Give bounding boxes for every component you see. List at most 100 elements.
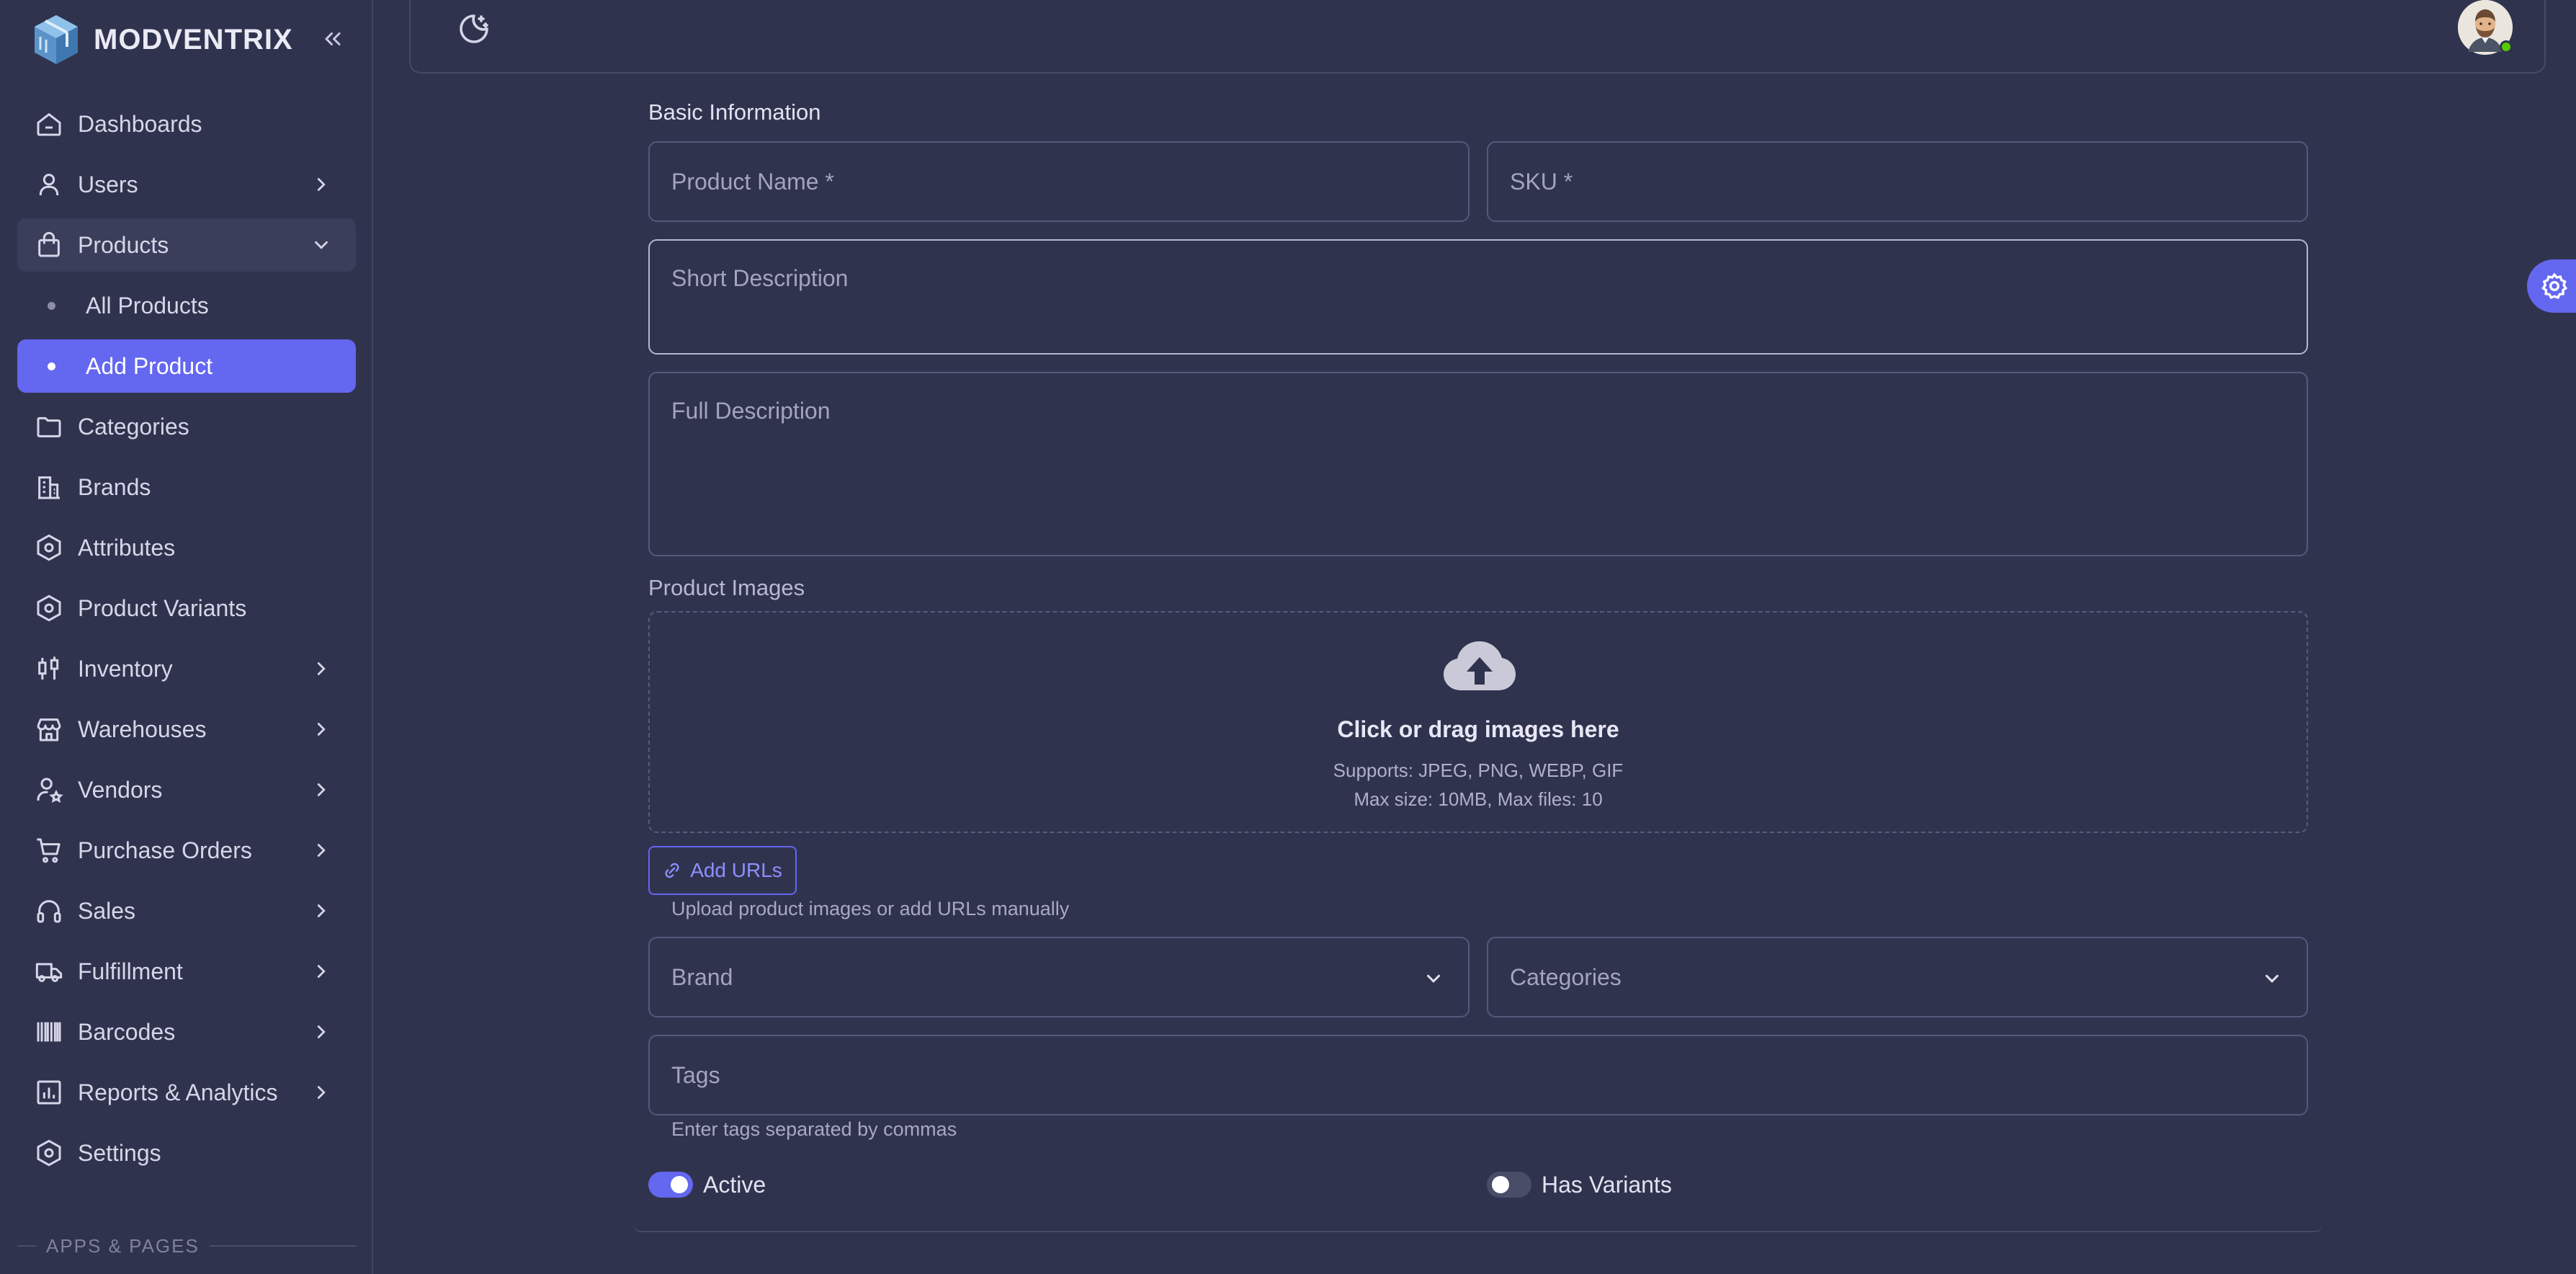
sidebar-item-label: Sales: [78, 897, 136, 924]
moon-stars-icon: [460, 14, 488, 43]
dropzone-formats: Supports: JPEG, PNG, WEBP, GIF: [1333, 760, 1624, 781]
chevron-right-icon: [305, 713, 337, 745]
folder-icon: [33, 411, 65, 442]
chevron-right-icon: [305, 653, 337, 685]
chevron-right-icon: [305, 169, 337, 200]
tags-placeholder: Tags: [671, 1062, 720, 1088]
sidebar-item-fulfillment[interactable]: Fulfillment: [17, 945, 356, 998]
chevron-right-icon: [305, 1077, 337, 1108]
sidebar-item-label: Vendors: [78, 776, 163, 803]
settings-icon: [33, 1137, 65, 1169]
sidebar-item-label: Inventory: [78, 655, 173, 682]
bullet-dot: [48, 362, 55, 370]
online-status-dot: [2500, 40, 2513, 53]
sidebar-item-label: Settings: [78, 1139, 161, 1166]
sidebar-item-users[interactable]: Users: [17, 158, 356, 211]
sidebar-item-inventory[interactable]: Inventory: [17, 642, 356, 695]
sidebar-item-label: Fulfillment: [78, 958, 183, 984]
gear-icon: [2541, 272, 2568, 300]
sku-placeholder: SKU *: [1510, 169, 1573, 195]
sidebar-item-label: Attributes: [78, 534, 176, 561]
sidebar-item-label: All Products: [86, 292, 209, 318]
sidebar-item-label: Products: [78, 231, 169, 258]
sidebar-item-categories[interactable]: Categories: [17, 400, 356, 453]
customizer-settings-button[interactable]: [2527, 259, 2576, 313]
sidebar-item-label: Warehouses: [78, 716, 207, 742]
hexagon-icon: [33, 592, 65, 624]
sidebar-item-brands[interactable]: Brands: [17, 460, 356, 514]
sidebar-item-label: Users: [78, 171, 138, 197]
product-name-field[interactable]: Product Name *: [648, 141, 1470, 222]
sidebar-item-label: Categories: [78, 413, 189, 440]
form-card-bottom-edge: [634, 1225, 2322, 1232]
link-icon: [665, 863, 679, 878]
sidebar-item-sales[interactable]: Sales: [17, 884, 356, 937]
short-description-field[interactable]: Short Description: [648, 239, 2308, 355]
has-variants-toggle[interactable]: [1487, 1172, 1531, 1198]
chevron-down-icon: [1419, 964, 1448, 993]
cloud-upload-icon: [1444, 641, 1516, 690]
bullet-dot: [48, 301, 55, 310]
sidebar-item-add-product[interactable]: Add Product: [17, 339, 356, 393]
sidebar-item-vendors[interactable]: Vendors: [17, 763, 356, 816]
brand-select[interactable]: Brand: [648, 937, 1470, 1017]
categories-placeholder: Categories: [1510, 964, 1622, 990]
has-variants-label: Has Variants: [1542, 1172, 1672, 1198]
headphones-icon: [33, 895, 65, 927]
sidebar-nav: Dashboards Users Products All Products A…: [17, 97, 356, 1187]
sidebar-item-product-variants[interactable]: Product Variants: [17, 582, 356, 635]
sidebar-item-all-products[interactable]: All Products: [17, 279, 356, 332]
section-label-text: APPS & PAGES: [46, 1234, 200, 1257]
sidebar-item-label: Purchase Orders: [78, 837, 252, 863]
sidebar-item-label: Add Product: [86, 352, 213, 379]
chart-bar-icon: [33, 1077, 65, 1108]
sidebar-item-reports-analytics[interactable]: Reports & Analytics: [17, 1066, 356, 1119]
image-dropzone[interactable]: Click or drag images here Supports: JPEG…: [648, 611, 2308, 833]
app-name: MODVENTRIX: [94, 23, 293, 55]
tags-field[interactable]: Tags: [648, 1035, 2308, 1115]
sidebar-item-products[interactable]: Products: [17, 218, 356, 272]
sidebar-item-label: Reports & Analytics: [78, 1079, 278, 1105]
sidebar-item-label: Dashboards: [78, 110, 202, 137]
tags-hint: Enter tags separated by commas: [671, 1118, 957, 1140]
product-name-placeholder: Product Name *: [671, 169, 834, 195]
toggle-knob: [671, 1176, 688, 1193]
divider: [17, 1245, 36, 1247]
brand-placeholder: Brand: [671, 964, 733, 990]
active-toggle[interactable]: [648, 1172, 693, 1198]
user-avatar[interactable]: [2458, 0, 2513, 55]
cart-icon: [33, 834, 65, 866]
logo-cube-icon: [35, 15, 78, 64]
add-product-form: Basic Information Product Name * SKU * S…: [634, 0, 2322, 1274]
sidebar-item-attributes[interactable]: Attributes: [17, 521, 356, 574]
sku-field[interactable]: SKU *: [1487, 141, 2308, 222]
active-label: Active: [703, 1172, 766, 1198]
add-urls-label: Add URLs: [690, 859, 782, 881]
section-label-apps-pages: APPS & PAGES: [17, 1235, 356, 1257]
brand[interactable]: MODVENTRIX: [32, 10, 293, 69]
hexagon-icon: [33, 532, 65, 564]
chevron-down-icon: [2258, 964, 2286, 993]
sidebar-item-settings[interactable]: Settings: [17, 1126, 356, 1180]
add-urls-button[interactable]: Add URLs: [648, 846, 797, 895]
barcode-icon: [33, 1016, 65, 1048]
sidebar-item-warehouses[interactable]: Warehouses: [17, 703, 356, 756]
short-description-placeholder: Short Description: [671, 265, 849, 291]
sidebar-item-barcodes[interactable]: Barcodes: [17, 1005, 356, 1059]
toggle-knob: [1492, 1176, 1509, 1193]
chevron-right-icon: [305, 895, 337, 927]
categories-select[interactable]: Categories: [1487, 937, 2308, 1017]
sidebar-item-dashboards[interactable]: Dashboards: [17, 97, 356, 151]
chevron-right-icon: [305, 1016, 337, 1048]
product-images-label: Product Images: [648, 575, 805, 600]
dropzone-title: Click or drag images here: [1337, 716, 1619, 742]
full-description-field[interactable]: Full Description: [648, 372, 2308, 556]
dropzone-limits: Max size: 10MB, Max files: 10: [1354, 788, 1603, 810]
truck-icon: [33, 956, 65, 987]
chevron-right-icon: [305, 834, 337, 866]
candles-icon: [33, 653, 65, 685]
theme-toggle-button[interactable]: [454, 9, 494, 49]
sidebar-item-purchase-orders[interactable]: Purchase Orders: [17, 824, 356, 877]
collapse-sidebar-button[interactable]: [316, 22, 350, 56]
shopping-bag-icon: [33, 229, 65, 261]
